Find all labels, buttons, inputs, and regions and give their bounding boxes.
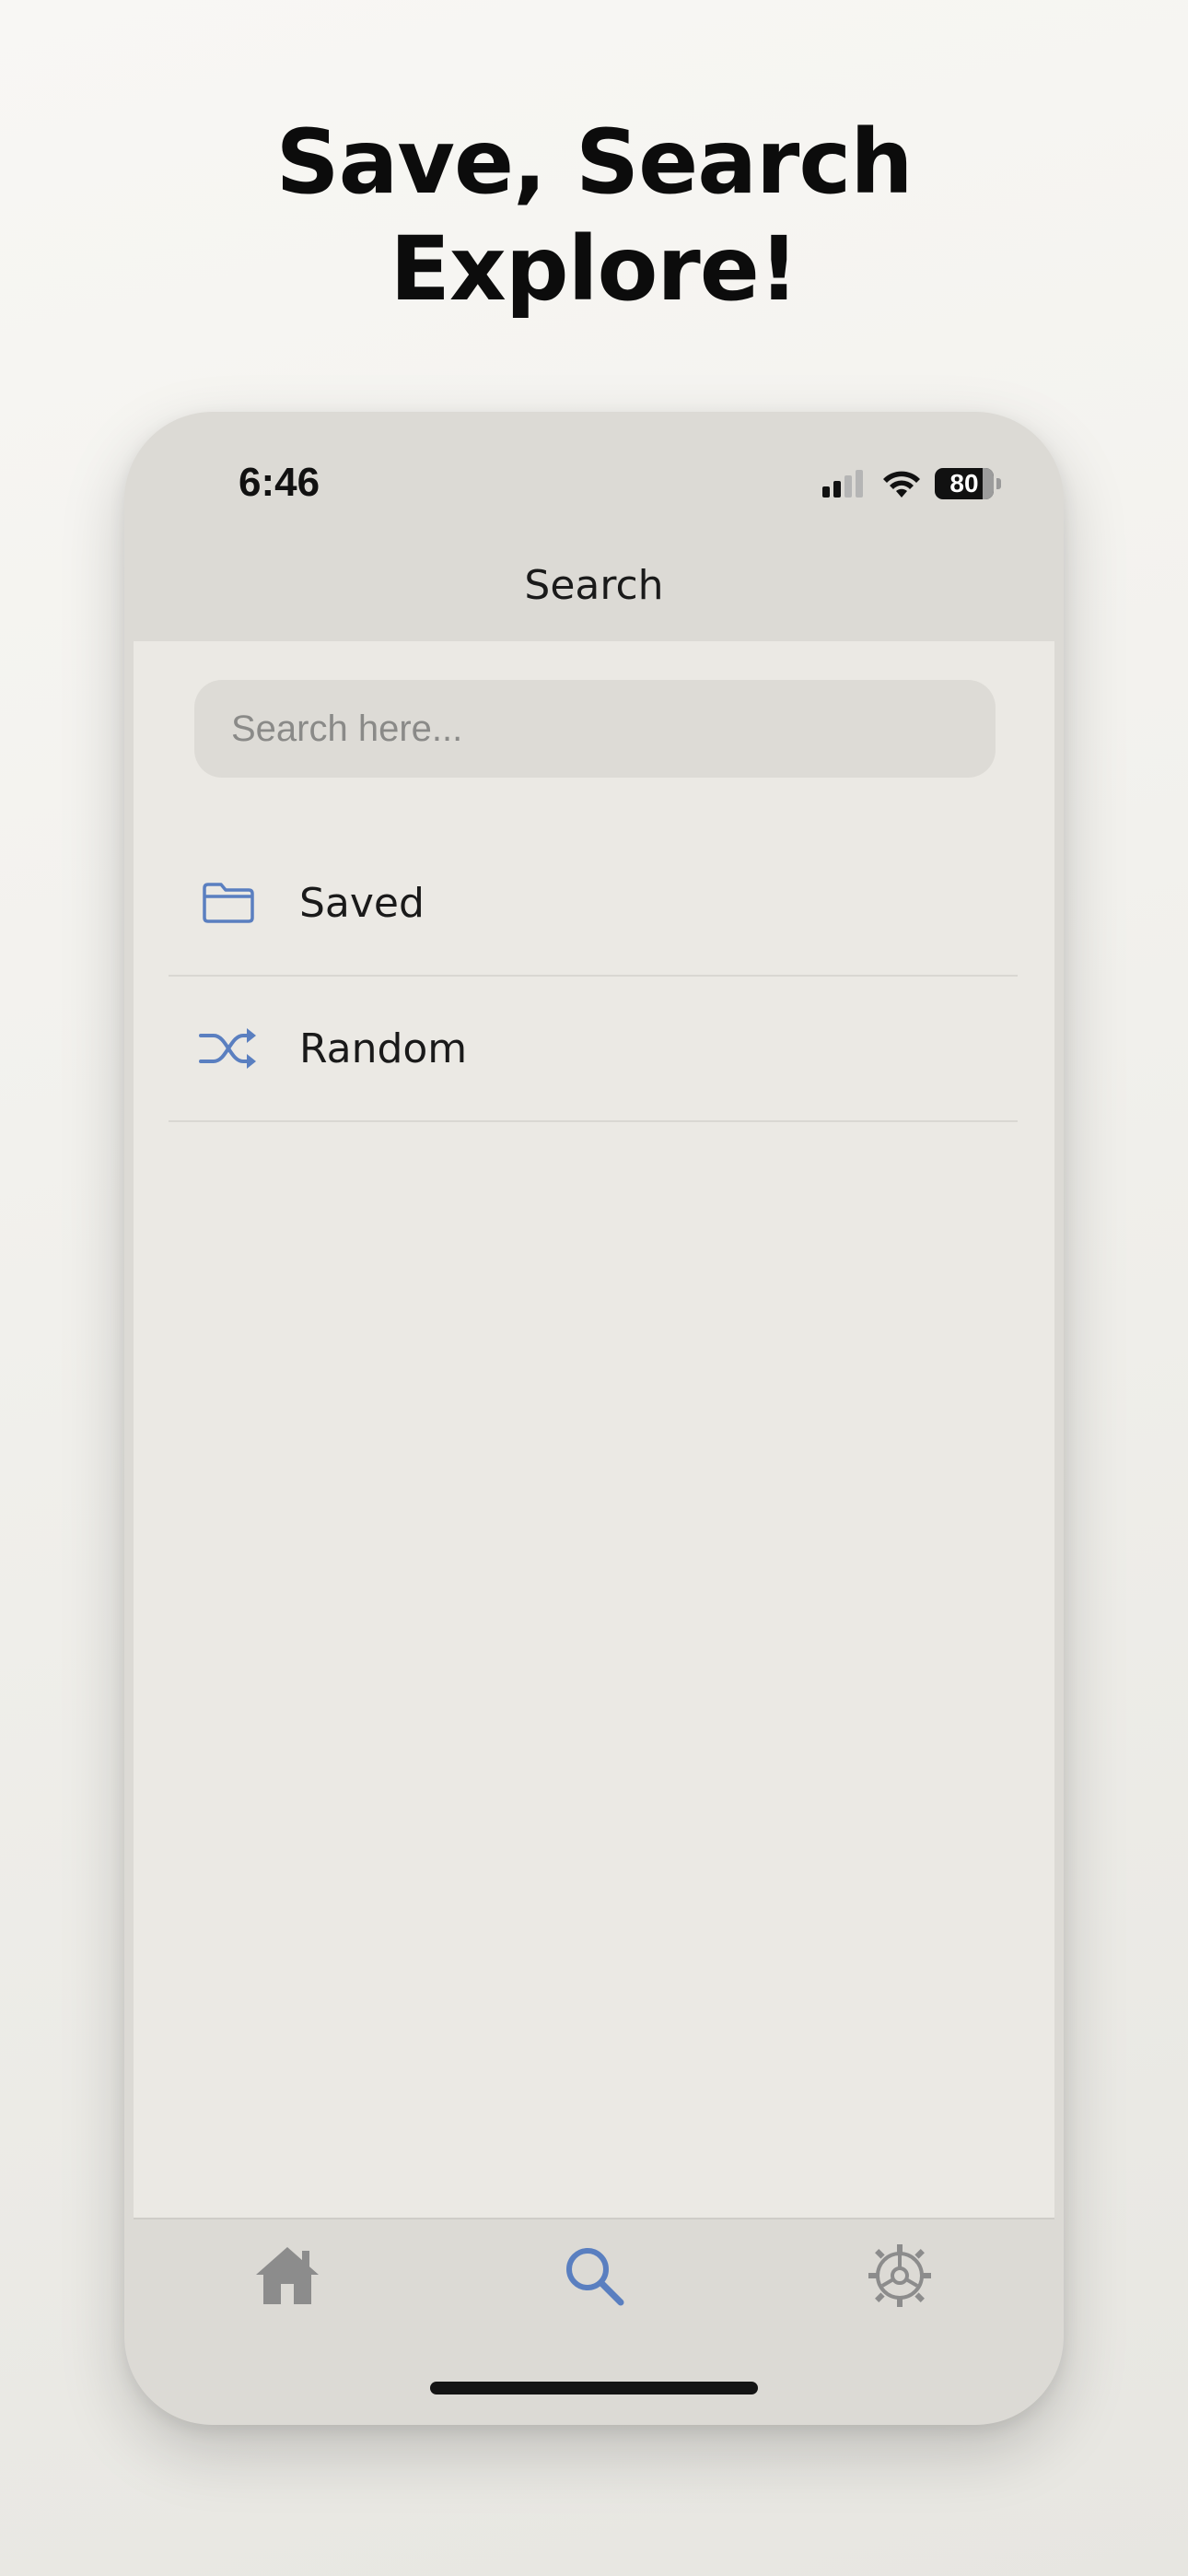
search-screen-content: Saved Random [134, 641, 1054, 2218]
list-item-saved[interactable]: Saved [169, 831, 1018, 977]
search-options-list: Saved Random [169, 831, 1018, 1122]
tab-search[interactable] [553, 2234, 635, 2317]
battery-level: 80 [949, 469, 979, 498]
cellular-signal-icon [822, 470, 863, 498]
wifi-icon [883, 471, 920, 498]
status-icons: 80 [821, 465, 1001, 502]
tab-settings[interactable] [858, 2234, 941, 2317]
list-item-label: Saved [299, 879, 425, 927]
headline-line-2: Explore! [390, 217, 798, 321]
search-icon [566, 2248, 624, 2306]
home-icon [256, 2247, 319, 2304]
headline-line-1: Save, Search [275, 111, 913, 214]
shuffle-icon [196, 1023, 261, 1074]
phone-frame: 6:46 80 Search Search here... Saved Rand… [124, 412, 1064, 2425]
battery-icon: 80 [935, 468, 1001, 499]
tab-home[interactable] [246, 2234, 329, 2317]
gear-icon [868, 2244, 931, 2307]
status-time: 6:46 [239, 460, 320, 505]
search-input[interactable] [194, 680, 996, 778]
folder-icon [196, 877, 261, 929]
list-item-label: Random [299, 1025, 468, 1072]
marketing-headline: Save, Search Explore! [0, 109, 1188, 322]
home-indicator [430, 2382, 758, 2395]
list-item-random[interactable]: Random [169, 977, 1018, 1122]
status-bar: 6:46 80 [124, 412, 1064, 541]
page-title: Search [524, 562, 664, 609]
